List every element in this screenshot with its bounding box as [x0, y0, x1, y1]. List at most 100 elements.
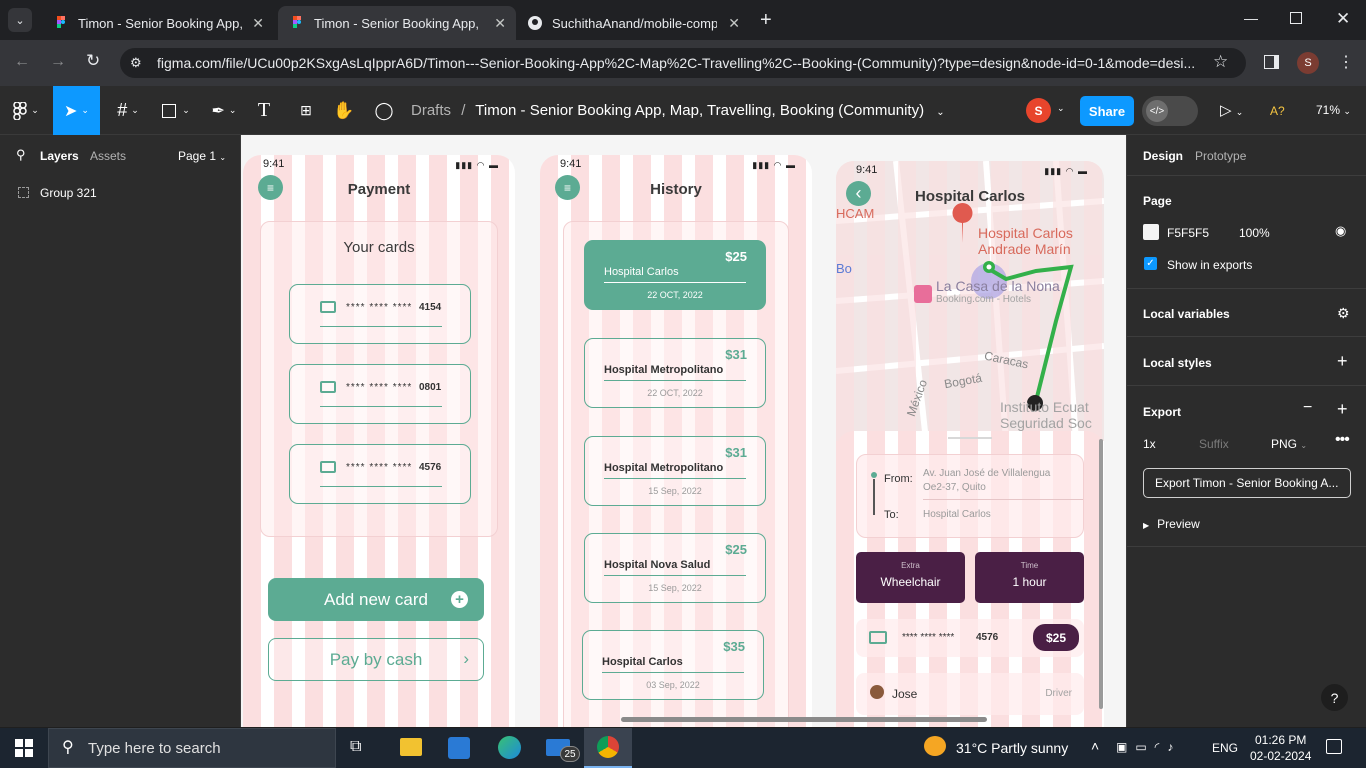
browser-tab-3[interactable]: SuchithaAnand/mobile-comput ✕	[516, 6, 750, 40]
text-tool-icon[interactable]: T	[252, 88, 276, 133]
history-item[interactable]: $35 Hospital Carlos 03 Sep, 2022	[582, 630, 764, 700]
dev-mode-toggle[interactable]: </>	[1142, 96, 1198, 126]
driver-row[interactable]: Jose Driver	[856, 673, 1084, 715]
share-button[interactable]: Share	[1080, 96, 1134, 126]
microsoft-store-icon[interactable]	[448, 737, 470, 759]
payment-screen[interactable]: 9:41 ▮▮▮ ◠ ▬ ≡ Payment Your cards **** *…	[243, 155, 515, 727]
browser-menu-icon[interactable]: ⋮	[1338, 52, 1354, 72]
chrome-taskbar-icon[interactable]	[584, 728, 632, 768]
layer-row[interactable]: Group 321	[0, 181, 240, 203]
tab-layers[interactable]: Layers	[40, 149, 79, 163]
screen-scrollbar[interactable]	[1099, 439, 1103, 709]
export-scale[interactable]: 1x	[1143, 437, 1156, 451]
shape-tool-icon[interactable]: ⌄	[156, 88, 196, 133]
help-button[interactable]: ?	[1321, 684, 1348, 711]
search-icon[interactable]: ⚲	[16, 147, 26, 163]
saved-card[interactable]: **** **** **** 0801	[289, 364, 471, 424]
page-selector[interactable]: Page 1 ⌄	[178, 149, 226, 163]
map-screen[interactable]: ‹ 9:41 ▮▮▮ ◠ ▬ Hospital Carlos HCAM Bo H…	[836, 161, 1104, 727]
tab-search-button[interactable]: ⌄	[8, 8, 32, 32]
history-item[interactable]: $25 Hospital Carlos 22 OCT, 2022	[584, 240, 766, 310]
map-view[interactable]: ‹ 9:41 ▮▮▮ ◠ ▬ Hospital Carlos HCAM Bo H…	[836, 161, 1104, 441]
minimize-icon[interactable]: —	[1244, 10, 1258, 26]
user-avatar[interactable]: S	[1026, 98, 1051, 123]
file-explorer-icon[interactable]	[400, 738, 422, 756]
from-value[interactable]: Av. Juan José de Villalengua Oe2-37, Qui…	[923, 467, 1050, 495]
frame-tool-icon[interactable]: # ⌄	[108, 88, 148, 133]
resources-tool-icon[interactable]: ⊞	[294, 88, 318, 133]
forward-icon[interactable]: →	[50, 53, 66, 71]
local-variables-heading[interactable]: Local variables	[1143, 307, 1230, 321]
tab-assets[interactable]: Assets	[90, 149, 126, 163]
export-button[interactable]: Export Timon - Senior Booking A...	[1143, 468, 1351, 498]
zoom-level[interactable]: 71% ⌄	[1316, 103, 1351, 117]
export-more-icon[interactable]: •••	[1335, 431, 1350, 449]
variables-settings-icon[interactable]: ⚙	[1337, 305, 1350, 322]
profile-avatar[interactable]: S	[1297, 52, 1319, 74]
tab-design[interactable]: Design	[1143, 149, 1183, 163]
page-color-swatch[interactable]	[1143, 224, 1159, 240]
weather-icon[interactable]	[924, 736, 946, 756]
add-new-card-button[interactable]: Add new card +	[268, 578, 484, 621]
history-item[interactable]: $25 Hospital Nova Salud 15 Sep, 2022	[584, 533, 766, 603]
eye-icon[interactable]: ◉	[1335, 223, 1346, 239]
notification-icon[interactable]	[1326, 739, 1342, 754]
design-canvas[interactable]: 9:41 ▮▮▮ ◠ ▬ ≡ Payment Your cards **** *…	[241, 135, 1126, 727]
browser-tab-2-active[interactable]: Timon - Senior Booking App, M ✕	[278, 6, 516, 40]
remove-export-icon[interactable]: −	[1303, 399, 1312, 417]
page-opacity-value[interactable]: 100%	[1239, 226, 1270, 240]
saved-card[interactable]: **** **** **** 4576	[289, 444, 471, 504]
edge-browser-icon[interactable]	[498, 736, 521, 759]
pay-by-cash-button[interactable]: Pay by cash ›	[268, 638, 484, 681]
history-item[interactable]: $31 Hospital Metropolitano 22 OCT, 2022	[584, 338, 766, 408]
side-panel-icon[interactable]	[1264, 55, 1279, 69]
site-info-icon[interactable]: ⚙	[130, 55, 142, 71]
canvas-horizontal-scrollbar[interactable]	[621, 717, 987, 722]
preview-toggle[interactable]: ▶ Preview	[1143, 517, 1200, 531]
chevron-down-icon[interactable]: ⌄	[1057, 103, 1065, 114]
extra-option[interactable]: Extra Wheelchair	[856, 552, 965, 603]
show-in-exports-checkbox[interactable]: ✓	[1144, 257, 1157, 270]
weather-text[interactable]: 31°C Partly sunny	[956, 740, 1068, 756]
hand-tool-icon[interactable]: ✋	[332, 88, 356, 133]
url-text[interactable]: figma.com/file/UCu00p2KSxgAsLqIpprA6D/Ti…	[157, 55, 1205, 71]
present-play-icon[interactable]: ▷ ⌄	[1220, 101, 1243, 119]
saved-card[interactable]: **** **** **** 4154	[289, 284, 471, 344]
reload-icon[interactable]: ↻	[86, 51, 100, 71]
figma-main-menu-icon[interactable]: ⌄	[6, 88, 46, 133]
bookmark-star-icon[interactable]: ☆	[1213, 52, 1228, 72]
history-screen[interactable]: 9:41 ▮▮▮ ◠ ▬ ≡ History $25 Hospital Carl…	[540, 155, 812, 727]
tray-icons[interactable]: ▣▭◜♪	[1116, 740, 1181, 754]
to-value[interactable]: Hospital Carlos	[923, 509, 991, 520]
page-color-value[interactable]: F5F5F5	[1167, 226, 1209, 240]
comment-tool-icon[interactable]: ◯	[372, 88, 396, 133]
new-tab-icon[interactable]: +	[760, 9, 772, 32]
export-format-select[interactable]: PNG ⌄	[1271, 437, 1307, 451]
history-item[interactable]: $31 Hospital Metropolitano 15 Sep, 2022	[584, 436, 766, 506]
task-view-icon[interactable]: ⧉	[350, 738, 361, 756]
pen-tool-icon[interactable]: ✒ ⌄	[204, 88, 244, 133]
browser-tab-1[interactable]: Timon - Senior Booking App, M ✕	[42, 6, 274, 40]
back-icon[interactable]: ←	[14, 53, 30, 71]
add-export-icon[interactable]: +	[1337, 399, 1348, 420]
windows-start-icon[interactable]	[15, 739, 33, 757]
restore-icon[interactable]	[1290, 12, 1302, 24]
tray-chevron-up-icon[interactable]: ˄	[1091, 738, 1099, 754]
add-style-icon[interactable]: +	[1337, 351, 1348, 372]
tab-close-icon[interactable]: ✕	[728, 15, 740, 32]
missing-fonts-indicator[interactable]: A?	[1270, 104, 1285, 118]
clock[interactable]: 01:26 PM 02-02-2024	[1250, 732, 1311, 764]
tab-prototype[interactable]: Prototype	[1195, 149, 1246, 163]
time-option[interactable]: Time 1 hour	[975, 552, 1084, 603]
breadcrumb-drafts[interactable]: Drafts	[411, 102, 451, 119]
payment-card-row[interactable]: **** **** **** 4576 $25	[856, 619, 1084, 657]
tab-close-icon[interactable]: ✕	[252, 15, 264, 32]
move-tool-icon[interactable]: ➤ ⌄	[53, 86, 100, 135]
language-indicator[interactable]: ENG	[1212, 741, 1238, 755]
file-title[interactable]: Timon - Senior Booking App, Map, Travell…	[475, 102, 924, 119]
close-window-icon[interactable]: ✕	[1336, 9, 1350, 29]
chevron-down-icon[interactable]: ⌄	[936, 107, 944, 118]
export-suffix-input[interactable]: Suffix	[1199, 437, 1229, 451]
tab-close-icon[interactable]: ✕	[494, 15, 506, 32]
taskbar-search-placeholder[interactable]: Type here to search	[88, 740, 221, 757]
